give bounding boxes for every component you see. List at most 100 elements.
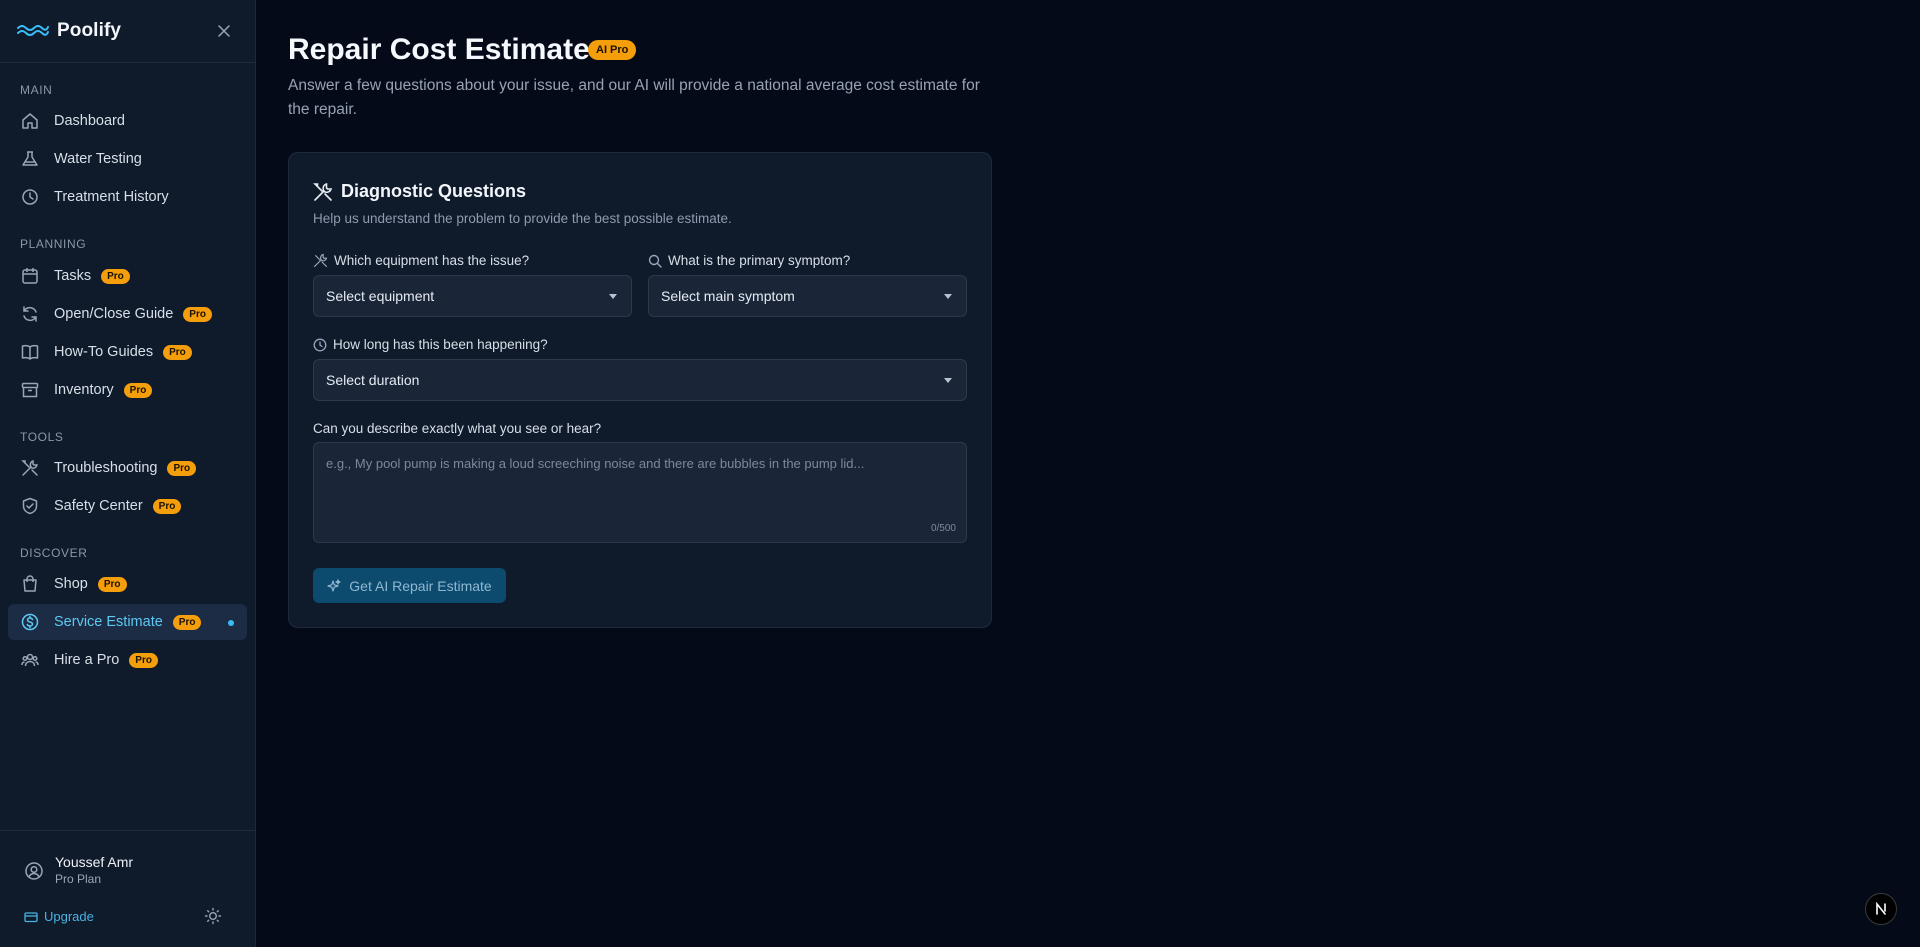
symptom-label: What is the primary symptom? — [648, 253, 850, 268]
describe-label: Can you describe exactly what you see or… — [313, 421, 601, 436]
page-title: Repair Cost Estimate — [288, 33, 590, 66]
tools-icon — [20, 458, 40, 478]
clock-icon — [313, 338, 327, 351]
theme-toggle-button[interactable] — [204, 907, 222, 925]
card-subtitle: Help us understand the problem to provid… — [313, 211, 732, 226]
sidebar-item-label: Service Estimate — [54, 614, 163, 630]
sidebar-item-label: Safety Center — [54, 498, 143, 514]
ai-pro-badge: AI Pro — [588, 40, 637, 60]
section-label-tools: TOOLS — [20, 430, 64, 444]
symptom-select-value: Select main symptom — [661, 288, 795, 304]
sidebar-item-dashboard[interactable]: Dashboard — [8, 103, 247, 139]
description-textarea[interactable]: e.g., My pool pump is making a loud scre… — [313, 442, 967, 543]
close-icon[interactable] — [215, 22, 233, 40]
sidebar-item-label: Tasks — [54, 268, 92, 284]
duration-select[interactable]: Select duration — [313, 359, 967, 401]
upgrade-link[interactable]: Upgrade — [24, 909, 94, 924]
get-ai-repair-estimate-button[interactable]: Get AI Repair Estimate — [313, 568, 506, 603]
duration-select-value: Select duration — [326, 372, 420, 388]
users-icon — [20, 650, 40, 670]
pro-badge: Pro — [172, 614, 202, 630]
sidebar-item-treatment-history[interactable]: Treatment History — [8, 179, 247, 215]
clock-icon — [20, 187, 40, 207]
pro-badge: Pro — [183, 306, 212, 322]
pro-badge: Pro — [123, 382, 153, 398]
sidebar-item-shop[interactable]: Shop Pro — [8, 566, 247, 602]
sidebar-item-water-testing[interactable]: Water Testing — [8, 141, 247, 177]
brand-name: Poolify — [57, 20, 122, 41]
home-icon — [20, 111, 40, 131]
sidebar-item-troubleshooting[interactable]: Troubleshooting Pro — [8, 450, 247, 486]
tools-icon — [313, 253, 328, 268]
equipment-label-text: Which equipment has the issue? — [334, 253, 530, 268]
sparkles-icon — [327, 578, 341, 592]
chevron-down-icon — [944, 294, 952, 299]
diagnostic-questions-card: Diagnostic Questions Help us understand … — [288, 152, 992, 628]
pro-badge: Pro — [101, 268, 130, 284]
user-circle-icon — [25, 861, 43, 880]
flask-icon — [20, 149, 40, 169]
refresh-icon — [20, 304, 40, 324]
describe-label-text: Can you describe exactly what you see or… — [313, 421, 602, 436]
brand-header: Poolify — [0, 0, 255, 63]
card-header: Diagnostic Questions — [313, 181, 526, 202]
equipment-select-value: Select equipment — [326, 288, 435, 304]
waves-logo-icon — [17, 25, 49, 36]
sidebar-item-inventory[interactable]: Inventory Pro — [8, 372, 247, 408]
section-label-planning: PLANNING — [20, 237, 87, 251]
sidebar-item-label: Shop — [54, 576, 88, 592]
sidebar-item-label: Water Testing — [54, 151, 142, 167]
pro-badge: Pro — [129, 652, 158, 668]
duration-label-text: How long has this been happening? — [333, 337, 548, 352]
pro-badge: Pro — [163, 344, 192, 360]
pro-badge: Pro — [152, 498, 182, 514]
sidebar: Poolify MAIN Dashboard Water Testing Tre… — [0, 0, 256, 947]
symptom-select[interactable]: Select main symptom — [648, 275, 967, 317]
symptom-label-text: What is the primary symptom? — [668, 253, 851, 268]
dollar-circle-icon — [20, 612, 40, 632]
sidebar-item-open-close-guide[interactable]: Open/Close Guide Pro — [8, 296, 247, 332]
sidebar-item-label: Hire a Pro — [54, 652, 120, 668]
page-description: Answer a few questions about your issue,… — [288, 77, 980, 118]
user-name: Youssef Amr — [55, 854, 134, 870]
textarea-placeholder: e.g., My pool pump is making a loud scre… — [326, 456, 865, 471]
card-title: Diagnostic Questions — [341, 181, 527, 201]
sidebar-item-label: Open/Close Guide — [54, 306, 174, 322]
book-icon — [20, 342, 40, 362]
chevron-down-icon — [609, 294, 617, 299]
user-plan: Pro Plan — [55, 872, 102, 886]
sidebar-item-label: Treatment History — [54, 189, 169, 205]
equipment-label: Which equipment has the issue? — [313, 253, 529, 268]
pro-badge: Pro — [167, 460, 197, 476]
chevron-down-icon — [944, 378, 952, 383]
character-counter: 0/500 — [930, 523, 956, 534]
sidebar-item-label: Troubleshooting — [54, 460, 158, 476]
archive-icon — [20, 380, 40, 400]
calendar-icon — [20, 266, 40, 286]
upgrade-label: Upgrade — [44, 909, 94, 924]
submit-label: Get AI Repair Estimate — [349, 577, 492, 594]
sidebar-item-tasks[interactable]: Tasks Pro — [8, 258, 247, 294]
sidebar-item-service-estimate[interactable]: Service Estimate Pro — [8, 604, 247, 640]
shopping-bag-icon — [20, 574, 40, 594]
search-icon — [648, 254, 662, 268]
next-dev-indicator-button[interactable] — [1865, 893, 1897, 925]
sun-icon — [204, 907, 222, 925]
shield-check-icon — [20, 496, 40, 516]
sidebar-item-safety-center[interactable]: Safety Center Pro — [8, 488, 247, 524]
section-label-main: MAIN — [20, 83, 53, 97]
tools-icon — [313, 182, 333, 201]
duration-label: How long has this been happening? — [313, 337, 548, 352]
sidebar-item-label: Dashboard — [54, 113, 125, 129]
n-logo-icon — [1876, 902, 1886, 915]
sidebar-item-hire-a-pro[interactable]: Hire a Pro Pro — [8, 642, 247, 678]
active-indicator-dot — [228, 620, 234, 626]
credit-card-icon — [24, 911, 38, 922]
sidebar-item-label: Inventory — [54, 382, 114, 398]
sidebar-item-how-to-guides[interactable]: How-To Guides Pro — [8, 334, 247, 370]
equipment-select[interactable]: Select equipment — [313, 275, 632, 317]
sidebar-footer: Youssef Amr Pro Plan Upgrade — [0, 830, 255, 947]
sidebar-item-label: How-To Guides — [54, 344, 154, 360]
section-label-discover: DISCOVER — [20, 546, 88, 560]
user-profile[interactable]: Youssef Amr Pro Plan — [24, 854, 133, 887]
